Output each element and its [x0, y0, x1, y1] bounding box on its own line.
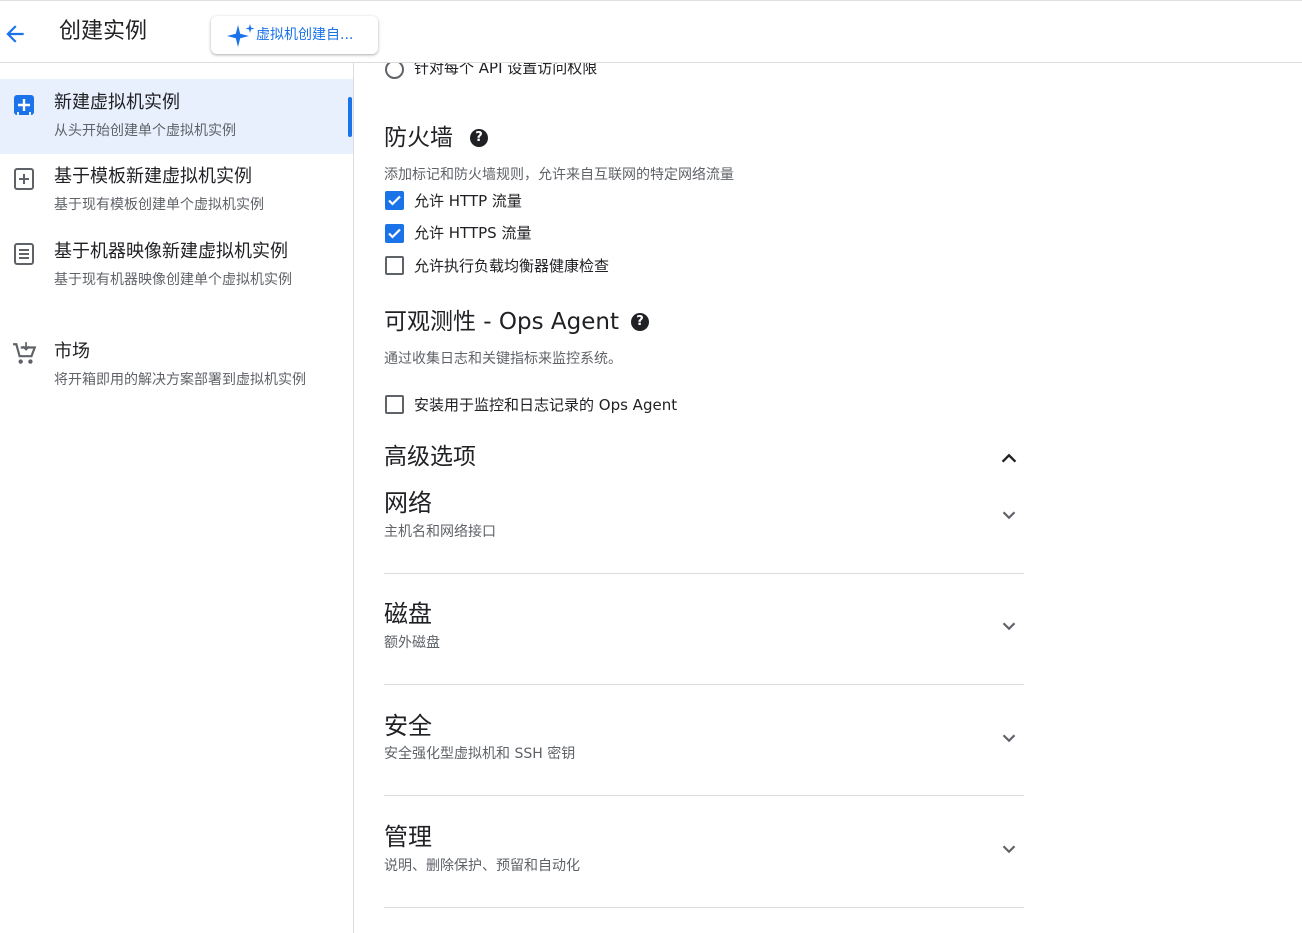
add-box-icon: [12, 93, 36, 117]
chevron-down-icon[interactable]: [998, 727, 1020, 749]
back-arrow-icon[interactable]: [2, 21, 28, 47]
sparkle-icon: [226, 23, 256, 49]
sidebar-item-new-vm[interactable]: 新建虚拟机实例 从头开始创建单个虚拟机实例: [0, 79, 353, 154]
http-traffic-label: 允许 HTTP 流量: [414, 192, 522, 210]
sidebar-item-title: 新建虚拟机实例: [54, 92, 180, 113]
help-icon[interactable]: ?: [631, 313, 649, 331]
panel-title: 磁盘: [384, 600, 432, 628]
sidebar: 新建虚拟机实例 从头开始创建单个虚拟机实例 基于模板新建虚拟机实例 基于现有模板…: [0, 63, 354, 933]
panel-title: 网络: [384, 489, 432, 517]
ai-create-vm-button[interactable]: 虚拟机创建自...: [211, 16, 378, 54]
panel-title: 管理: [384, 823, 432, 851]
sidebar-item-subtitle: 基于现有模板创建单个虚拟机实例: [54, 197, 264, 213]
firewall-heading: 防火墙: [384, 125, 453, 151]
page-header: 创建实例 虚拟机创建自...: [0, 0, 1302, 63]
observability-heading: 可观测性 - Ops Agent: [384, 309, 619, 335]
management-panel[interactable]: 管理 说明、删除保护、预留和自动化: [384, 796, 1024, 908]
sidebar-item-title: 基于机器映像新建虚拟机实例: [54, 241, 288, 262]
sidebar-item-machine-image-vm[interactable]: 基于机器映像新建虚拟机实例 基于现有机器映像创建单个虚拟机实例: [0, 229, 353, 329]
page-title: 创建实例: [59, 19, 148, 44]
disks-panel[interactable]: 磁盘 额外磁盘: [384, 573, 1024, 685]
sidebar-item-marketplace[interactable]: 市场 将开箱即用的解决方案部署到虚拟机实例: [0, 329, 353, 429]
chevron-down-icon[interactable]: [998, 838, 1020, 860]
main-content: 针对每个 API 设置访问权限 防火墙 ? 添加标记和防火墙规则，允许来自互联网…: [354, 63, 1302, 933]
template-icon: [12, 167, 36, 191]
http-traffic-checkbox[interactable]: [385, 191, 404, 210]
firewall-description: 添加标记和防火墙规则，允许来自互联网的特定网络流量: [384, 167, 734, 183]
https-traffic-label: 允许 HTTPS 流量: [414, 224, 532, 242]
observability-description: 通过收集日志和关键指标来监控系统。: [384, 351, 622, 367]
panel-subtitle: 主机名和网络接口: [384, 524, 496, 540]
sidebar-item-template-vm[interactable]: 基于模板新建虚拟机实例 基于现有模板创建单个虚拟机实例: [0, 154, 353, 229]
lb-health-check-checkbox[interactable]: [385, 256, 404, 275]
panel-title: 安全: [384, 712, 432, 740]
https-traffic-checkbox[interactable]: [385, 224, 404, 243]
panel-subtitle: 安全强化型虚拟机和 SSH 密钥: [384, 746, 576, 762]
panel-subtitle: 说明、删除保护、预留和自动化: [384, 858, 580, 874]
sidebar-item-subtitle: 将开箱即用的解决方案部署到虚拟机实例: [54, 372, 306, 388]
sidebar-item-title: 基于模板新建虚拟机实例: [54, 166, 252, 187]
cart-icon: [12, 341, 37, 365]
machine-image-icon: [12, 242, 36, 266]
sidebar-item-subtitle: 从头开始创建单个虚拟机实例: [54, 123, 236, 139]
sidebar-item-subtitle: 基于现有机器映像创建单个虚拟机实例: [54, 272, 292, 288]
security-panel[interactable]: 安全 安全强化型虚拟机和 SSH 密钥: [384, 684, 1024, 796]
sidebar-item-title: 市场: [54, 341, 90, 362]
chevron-down-icon[interactable]: [998, 504, 1020, 526]
network-panel[interactable]: 网络 主机名和网络接口: [384, 462, 1024, 574]
ops-agent-label: 安装用于监控和日志记录的 Ops Agent: [414, 396, 678, 414]
sidebar-scroll-indicator[interactable]: [348, 97, 352, 137]
radio-api-access[interactable]: [385, 63, 404, 79]
chevron-down-icon[interactable]: [998, 615, 1020, 637]
help-icon[interactable]: ?: [470, 129, 488, 147]
lb-health-check-label: 允许执行负载均衡器健康检查: [414, 257, 610, 275]
radio-api-access-label: 针对每个 API 设置访问权限: [414, 63, 598, 77]
panel-subtitle: 额外磁盘: [384, 635, 440, 651]
ai-chip-label: 虚拟机创建自...: [256, 27, 354, 43]
ops-agent-checkbox[interactable]: [385, 395, 404, 414]
